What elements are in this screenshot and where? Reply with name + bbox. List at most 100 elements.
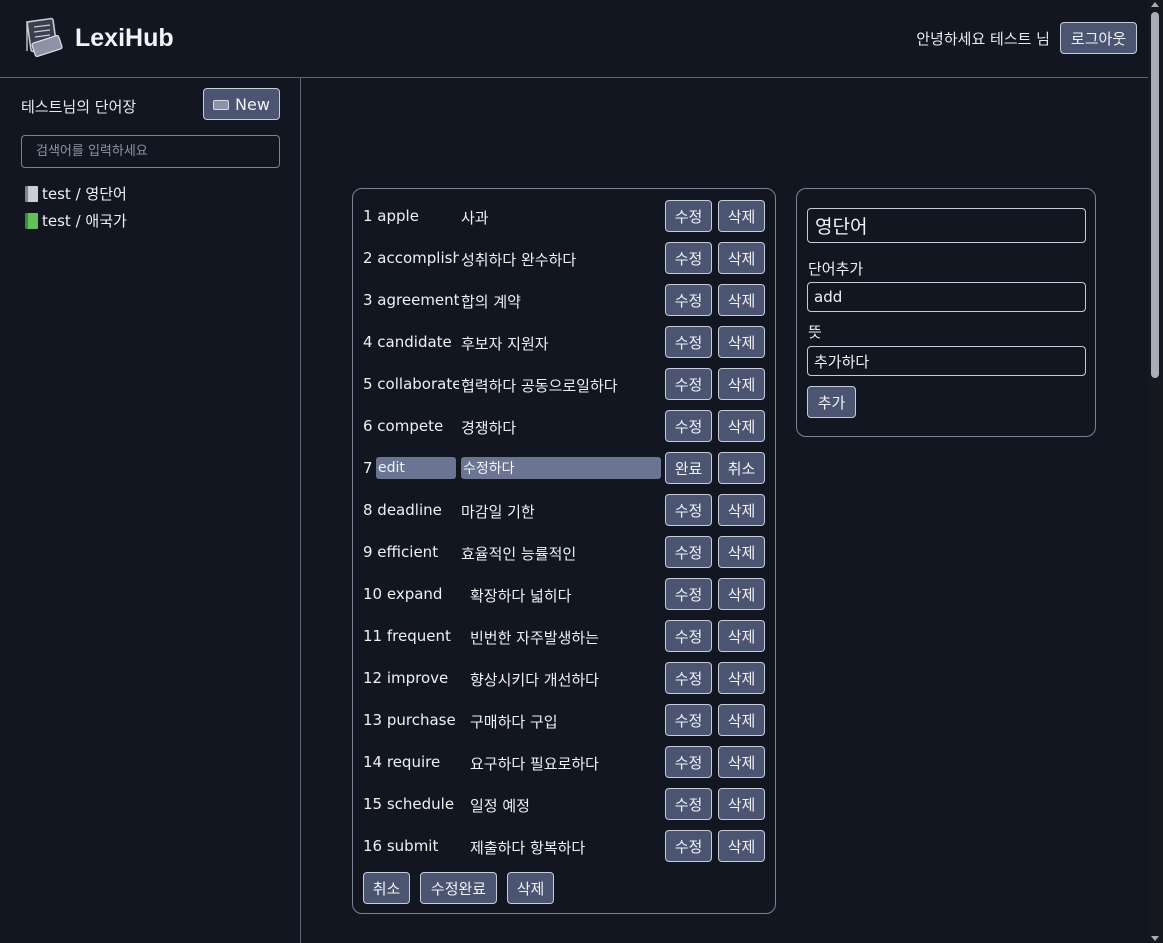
word-row: 9 efficient 효율적인 능률적인 수정 삭제 xyxy=(363,536,767,568)
word-row: 15 schedule 일정 예정 수정 삭제 xyxy=(363,788,767,820)
word-meaning: 합의 계약 xyxy=(461,293,521,311)
edit-word-button[interactable]: 수정 xyxy=(665,788,712,820)
word-row: 3 agreement 합의 계약 수정 삭제 xyxy=(363,284,767,316)
word-meaning: 효율적인 능률적인 xyxy=(461,545,577,563)
logout-button[interactable]: 로그아웃 xyxy=(1060,22,1137,54)
edit-word-button[interactable]: 수정 xyxy=(665,620,712,652)
word-row: 4 candidate 후보자 지원자 수정 삭제 xyxy=(363,326,767,358)
user-greeting: 안녕하세요 테스트 님 xyxy=(916,30,1050,48)
edit-word-button[interactable]: 수정 xyxy=(665,284,712,316)
delete-word-button[interactable]: 삭제 xyxy=(718,284,765,316)
add-word-panel: 단어추가 뜻 추가 xyxy=(796,188,1096,437)
delete-word-button[interactable]: 삭제 xyxy=(718,536,765,568)
delete-all-button[interactable]: 삭제 xyxy=(507,872,554,904)
word-term: 2 accomplish xyxy=(363,249,459,267)
word-term: 5 collaborate xyxy=(363,375,459,393)
word-meaning: 협력하다 공동으로일하다 xyxy=(461,377,618,395)
scroll-down-arrow-icon[interactable] xyxy=(1151,936,1159,941)
word-term: 4 candidate xyxy=(363,333,452,351)
gray-book-icon xyxy=(25,185,38,202)
word-term: 16 submit xyxy=(363,837,439,855)
delete-word-button[interactable]: 삭제 xyxy=(718,410,765,442)
word-row: 8 deadline 마감일 기한 수정 삭제 xyxy=(363,494,767,526)
word-term: 15 schedule xyxy=(363,795,455,813)
word-index: 7 xyxy=(363,459,373,477)
delete-word-button[interactable]: 삭제 xyxy=(718,242,765,274)
word-term: 8 deadline xyxy=(363,501,442,519)
save-edits-button[interactable]: 수정완료 xyxy=(420,872,497,904)
word-term: 1 apple xyxy=(363,207,419,225)
edit-word-button[interactable]: 수정 xyxy=(665,536,712,568)
edit-word-button[interactable]: 수정 xyxy=(665,578,712,610)
word-row: 12 improve 향상시키다 개선하다 수정 삭제 xyxy=(363,662,767,694)
delete-word-button[interactable]: 삭제 xyxy=(718,578,765,610)
scroll-up-arrow-icon[interactable] xyxy=(1151,2,1159,7)
word-row: 2 accomplish 성취하다 완수하다 수정 삭제 xyxy=(363,242,767,274)
wordbook-item-label: test / 영단어 xyxy=(42,185,127,203)
page-scrollbar[interactable] xyxy=(1148,0,1163,943)
delete-word-button[interactable]: 삭제 xyxy=(718,494,765,526)
delete-word-button[interactable]: 삭제 xyxy=(718,200,765,232)
word-term: 6 compete xyxy=(363,417,444,435)
edit-word-button[interactable]: 수정 xyxy=(665,494,712,526)
word-meaning: 구매하다 구입 xyxy=(470,713,558,731)
word-meaning: 마감일 기한 xyxy=(461,503,535,521)
word-term: 11 frequent xyxy=(363,627,451,645)
edit-word-button[interactable]: 수정 xyxy=(665,410,712,442)
add-word-button[interactable]: 추가 xyxy=(807,386,856,418)
cancel-edit-button[interactable]: 취소 xyxy=(718,452,765,484)
delete-word-button[interactable]: 삭제 xyxy=(718,788,765,820)
wordbook-name-input[interactable] xyxy=(807,208,1086,243)
word-row: 16 submit 제출하다 항복하다 수정 삭제 xyxy=(363,830,767,862)
word-row: 5 collaborate 협력하다 공동으로일하다 수정 삭제 xyxy=(363,368,767,400)
word-row: 14 require 요구하다 필요로하다 수정 삭제 xyxy=(363,746,767,778)
confirm-edit-button[interactable]: 완료 xyxy=(665,452,712,484)
new-wordbook-button[interactable]: New xyxy=(203,88,280,120)
edit-word-button[interactable]: 수정 xyxy=(665,704,712,736)
edit-word-button[interactable]: 수정 xyxy=(665,368,712,400)
word-term: 12 improve xyxy=(363,669,449,687)
edit-word-button[interactable]: 수정 xyxy=(665,242,712,274)
sidebar: 테스트님의 단어장 New test / 영단어 test / 애국가 xyxy=(0,78,301,943)
meaning-field-label: 뜻 xyxy=(808,323,822,341)
delete-word-button[interactable]: 삭제 xyxy=(718,746,765,778)
new-button-label: New xyxy=(235,94,270,114)
top-header: LexiHub 안녕하세요 테스트 님 로그아웃 xyxy=(0,0,1148,78)
word-meaning: 확장하다 넓히다 xyxy=(470,587,572,605)
delete-word-button[interactable]: 삭제 xyxy=(718,704,765,736)
green-book-icon xyxy=(25,212,38,229)
word-field-label: 단어추가 xyxy=(808,260,864,278)
word-meaning: 제출하다 항복하다 xyxy=(470,839,586,857)
wordbook-list: test / 영단어 test / 애국가 xyxy=(25,180,127,234)
delete-word-button[interactable]: 삭제 xyxy=(718,368,765,400)
delete-word-button[interactable]: 삭제 xyxy=(718,620,765,652)
edit-word-button[interactable]: 수정 xyxy=(665,200,712,232)
delete-word-button[interactable]: 삭제 xyxy=(718,830,765,862)
search-input[interactable] xyxy=(21,135,280,168)
edit-word-button[interactable]: 수정 xyxy=(665,662,712,694)
edit-term-input[interactable] xyxy=(376,457,456,479)
new-meaning-input[interactable] xyxy=(807,346,1086,376)
word-meaning: 경쟁하다 xyxy=(461,419,517,437)
word-meaning: 빈번한 자주발생하는 xyxy=(470,629,599,647)
word-row-editing: 7 완료 취소 xyxy=(363,452,767,484)
scrollbar-thumb[interactable] xyxy=(1151,12,1159,378)
edit-word-button[interactable]: 수정 xyxy=(665,746,712,778)
wordbook-item[interactable]: test / 애국가 xyxy=(25,207,127,234)
delete-word-button[interactable]: 삭제 xyxy=(718,326,765,358)
delete-word-button[interactable]: 삭제 xyxy=(718,662,765,694)
wordbook-item[interactable]: test / 영단어 xyxy=(25,180,127,207)
new-word-input[interactable] xyxy=(807,282,1086,312)
edit-word-button[interactable]: 수정 xyxy=(665,326,712,358)
word-list-panel: 1 apple 사과 수정 삭제 2 accomplish 성취하다 완수하다 … xyxy=(352,188,776,914)
app-brand: LexiHub xyxy=(75,24,174,52)
edit-word-button[interactable]: 수정 xyxy=(665,830,712,862)
word-meaning: 후보자 지원자 xyxy=(461,335,549,353)
word-meaning: 향상시키다 개선하다 xyxy=(470,671,599,689)
word-row: 1 apple 사과 수정 삭제 xyxy=(363,200,767,232)
word-meaning: 요구하다 필요로하다 xyxy=(470,755,599,773)
word-row: 11 frequent 빈번한 자주발생하는 수정 삭제 xyxy=(363,620,767,652)
cancel-all-button[interactable]: 취소 xyxy=(363,872,410,904)
word-meaning: 성취하다 완수하다 xyxy=(461,251,577,269)
edit-meaning-input[interactable] xyxy=(461,457,661,479)
